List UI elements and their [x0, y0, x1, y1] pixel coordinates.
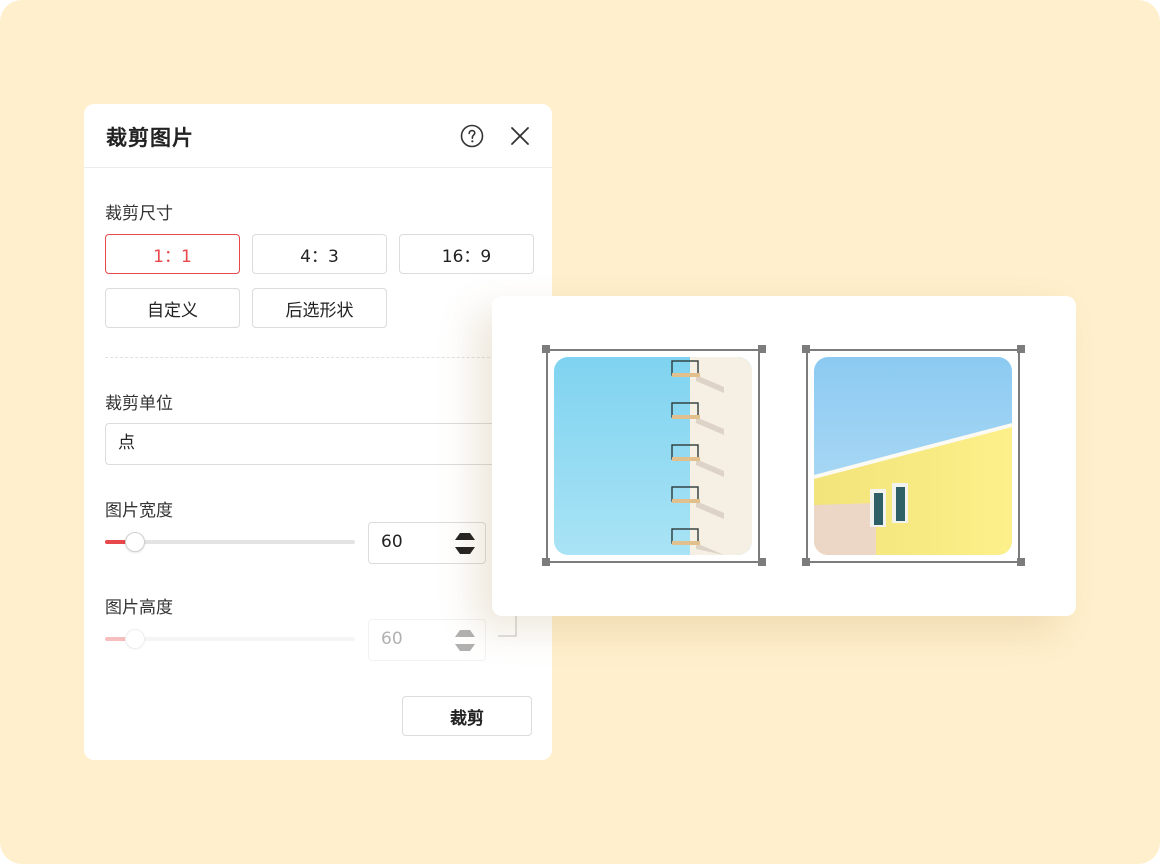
help-circle-icon[interactable]	[460, 124, 484, 148]
image-width-slider[interactable]	[105, 532, 355, 552]
crop-unit-select[interactable]: 点	[105, 423, 535, 465]
image-height-input: 60	[368, 619, 486, 661]
crop-handle-top-left[interactable]	[542, 345, 550, 353]
crop-preview-card	[492, 296, 1076, 616]
crop-handle-bottom-left-2[interactable]	[802, 558, 810, 566]
ratio-16-9-button[interactable]: 16：9	[399, 234, 534, 274]
image-width-slider-thumb[interactable]	[125, 532, 145, 552]
crop-frame-left[interactable]	[546, 349, 760, 563]
crop-size-label: 裁剪尺寸	[105, 204, 173, 224]
crop-handle-top-right[interactable]	[758, 345, 766, 353]
crop-handle-bottom-right-2[interactable]	[1017, 558, 1025, 566]
crop-button[interactable]: 裁剪	[402, 696, 532, 736]
crop-frame-right[interactable]	[806, 349, 1020, 563]
image-width-input[interactable]: 60	[368, 522, 486, 564]
height-decrement-icon	[455, 644, 475, 651]
ratio-1-1-button[interactable]: 1：1	[105, 234, 240, 274]
width-decrement-icon[interactable]	[455, 547, 475, 554]
image-width-label: 图片宽度	[105, 501, 173, 521]
ratio-4-3-button[interactable]: 4：3	[252, 234, 387, 274]
crop-unit-label: 裁剪单位	[105, 394, 173, 414]
choose-shape-button[interactable]: 后选形状	[252, 288, 387, 328]
section-divider	[105, 357, 535, 358]
image-height-value: 60	[381, 629, 403, 649]
image-height-label: 图片高度	[105, 598, 173, 618]
preview-image-yellow-building	[814, 357, 1012, 555]
crop-image-dialog: 裁剪图片 裁剪尺寸 1：1 4：3 16：9 自定义 后选形状 裁剪单位 点 图…	[84, 104, 552, 760]
aspect-link-bracket-icon	[498, 616, 517, 637]
crop-handle-bottom-right[interactable]	[758, 558, 766, 566]
close-icon[interactable]	[508, 124, 532, 148]
width-increment-icon[interactable]	[455, 533, 475, 540]
crop-handle-bottom-left[interactable]	[542, 558, 550, 566]
crop-handle-top-left-2[interactable]	[802, 345, 810, 353]
crop-handle-top-right-2[interactable]	[1017, 345, 1025, 353]
custom-ratio-button[interactable]: 自定义	[105, 288, 240, 328]
dialog-title: 裁剪图片	[106, 126, 194, 150]
image-width-value: 60	[381, 532, 403, 552]
height-increment-icon	[455, 630, 475, 637]
image-height-slider-thumb	[125, 629, 145, 649]
preview-image-balconies	[554, 357, 752, 555]
image-height-slider	[105, 629, 355, 649]
dialog-header: 裁剪图片	[84, 104, 552, 168]
